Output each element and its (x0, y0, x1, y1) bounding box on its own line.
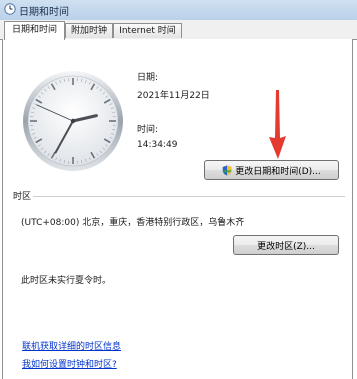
time-value: 14:34:49 (137, 140, 178, 150)
how-to-set-link[interactable]: 我如何设置时钟和时区? (22, 357, 117, 370)
tab-internet-time[interactable]: Internet 时间 (113, 23, 182, 38)
tab-additional-clocks[interactable]: 附加时钟 (65, 23, 113, 38)
time-label: 时间: (137, 125, 159, 135)
window-titlebar[interactable]: 日期和时间 (0, 0, 357, 21)
change-date-time-label: 更改日期和时间(D)... (235, 166, 321, 177)
timezone-value: (UTC+08:00) 北京，重庆，香港特别行政区，乌鲁木齐 (21, 218, 245, 228)
online-timezone-info-link[interactable]: 联机获取详细的时区信息 (22, 339, 121, 352)
window-title: 日期和时间 (19, 7, 69, 18)
timezone-separator (33, 196, 345, 197)
uac-shield-icon (222, 165, 232, 175)
dst-note: 此时区未实行夏令时。 (21, 276, 112, 286)
date-label: 日期: (137, 73, 159, 83)
date-value: 2021年11月22日 (137, 91, 210, 101)
date-time-panel: 日期: 2021年11月22日 时间: 14:34:49 更改日期和时间(D).… (2, 39, 353, 379)
change-date-time-button[interactable]: 更改日期和时间(D)... (204, 160, 339, 180)
tab-strip: 日期和时间 附加时钟 Internet 时间 (0, 20, 357, 40)
clock-app-icon (4, 3, 16, 15)
change-timezone-button[interactable]: 更改时区(Z)... (233, 235, 339, 255)
analog-clock (23, 71, 123, 171)
tab-date-time[interactable]: 日期和时间 (4, 21, 65, 40)
timezone-section-label: 时区 (13, 192, 32, 202)
red-arrow-annotation (269, 90, 286, 159)
